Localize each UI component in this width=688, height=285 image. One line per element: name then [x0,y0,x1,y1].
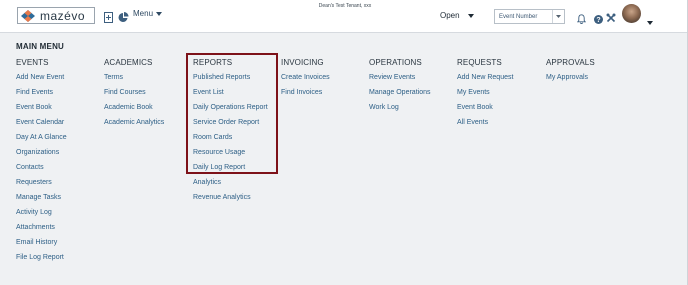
menu-heading-requests: REQUESTS [457,58,502,67]
pie-chart-icon[interactable] [118,10,129,22]
menu-heading-invoicing: INVOICING [281,58,324,67]
menu-item-email-history[interactable]: Email History [16,235,67,250]
menu-item-event-list[interactable]: Event List [193,85,268,100]
menu-column-invoicing: INVOICING Create Invoices Find Invoices [281,57,330,100]
search-type-label: Event Number [499,13,538,20]
menu-item-list: Create Invoices Find Invoices [281,68,330,100]
menu-item-find-courses[interactable]: Find Courses [104,85,164,100]
menu-column-operations: OPERATIONS Review Events Manage Operations… [369,57,430,115]
main-menu-title: MAIN MENU [16,42,65,51]
menu-item-my-approvals[interactable]: My Approvals [546,70,595,85]
menu-item-analytics[interactable]: Analytics [193,175,268,190]
menu-item-service-order-report[interactable]: Service Order Report [193,115,268,130]
logo[interactable]: mazévo [17,7,95,24]
menu-column-reports: REPORTS Published Reports Event List Daily … [193,57,268,205]
svg-text:?: ? [596,17,600,24]
menu-heading-approvals: APPROVALS [546,58,595,67]
menu-item-event-book[interactable]: Event Book [16,100,67,115]
menu-item-academic-analytics[interactable]: Academic Analytics [104,115,164,130]
app-window: mazévo Menu Dean's Test Tenant, xxx Open [0,0,688,285]
add-document-icon[interactable] [104,10,113,23]
menu-item-contacts[interactable]: Contacts [16,160,67,175]
menu-item-list: Add New Request My Events Event Book All Ev… [457,68,513,130]
menu-heading-academics: ACADEMICS [104,58,153,67]
menu-item-revenue-analytics[interactable]: Revenue Analytics [193,190,268,205]
top-bar: mazévo Menu Dean's Test Tenant, xxx Open [0,0,687,33]
menu-item-event-book[interactable]: Event Book [457,100,513,115]
menu-item-list: Terms Find Courses Academic Book Academic A… [104,68,164,130]
menu-item-list: Published Reports Event List Daily Operati… [193,68,268,205]
menu-item-add-new-request[interactable]: Add New Request [457,70,513,85]
menu-column-events: EVENTS Add New Event Find Events Event Book… [16,57,67,265]
status-value: Open [440,11,460,20]
menu-item-file-log-report[interactable]: File Log Report [16,250,67,265]
menu-heading-events: EVENTS [16,58,49,67]
menu-item-add-new-event[interactable]: Add New Event [16,70,67,85]
menu-item-academic-book[interactable]: Academic Book [104,100,164,115]
chevron-down-icon [552,10,564,23]
menu-heading-reports: REPORTS [193,58,233,67]
menu-item-attachments[interactable]: Attachments [16,220,67,235]
menu-item-activity-log[interactable]: Activity Log [16,205,67,220]
menu-item-list: Add New Event Find Events Event Book Event … [16,68,67,265]
menu-item-organizations[interactable]: Organizations [16,145,67,160]
menu-item-all-events[interactable]: All Events [457,115,513,130]
menu-item-manage-operations[interactable]: Manage Operations [369,85,430,100]
menu-item-requesters[interactable]: Requesters [16,175,67,190]
menu-column-academics: ACADEMICS Terms Find Courses Academic Book A… [104,57,164,130]
menu-item-list: My Approvals [546,68,595,85]
logo-mark-icon [18,8,38,23]
menu-item-find-invoices[interactable]: Find Invoices [281,85,330,100]
tenant-name: Dean's Test Tenant, xxx [318,3,372,9]
menu-item-work-log[interactable]: Work Log [369,100,430,115]
menu-item-my-events[interactable]: My Events [457,85,513,100]
menu-item-find-events[interactable]: Find Events [16,85,67,100]
bell-icon[interactable] [576,11,587,25]
chevron-down-icon [467,13,474,18]
menu-item-daily-log-report[interactable]: Daily Log Report [193,160,268,175]
menu-item-day-at-a-glance[interactable]: Day At A Glance [16,130,67,145]
menu-column-requests: REQUESTS Add New Request My Events Event Bo… [457,57,513,130]
menu-item-create-invoices[interactable]: Create Invoices [281,70,330,85]
chevron-down-icon[interactable] [647,12,653,25]
chevron-down-icon [156,11,163,16]
menu-item-terms[interactable]: Terms [104,70,164,85]
help-icon[interactable]: ? [594,11,603,24]
menu-item-daily-operations-report[interactable]: Daily Operations Report [193,100,268,115]
logo-text: mazévo [40,8,86,23]
menu-item-published-reports[interactable]: Published Reports [193,70,268,85]
menu-item-room-cards[interactable]: Room Cards [193,130,268,145]
menu-item-list: Review Events Manage Operations Work Log [369,68,430,115]
menu-heading-operations: OPERATIONS [369,58,422,67]
menu-column-approvals: APPROVALS My Approvals [546,57,595,85]
status-dropdown[interactable]: Open [440,11,474,20]
menu-item-manage-tasks[interactable]: Manage Tasks [16,190,67,205]
tools-icon[interactable] [606,10,616,23]
menu-button[interactable]: Menu [133,9,163,18]
avatar[interactable] [622,4,641,23]
menu-item-event-calendar[interactable]: Event Calendar [16,115,67,130]
menu-label: Menu [133,9,154,18]
menu-item-review-events[interactable]: Review Events [369,70,430,85]
search-type-select[interactable]: Event Number [494,9,565,24]
menu-item-resource-usage[interactable]: Resource Usage [193,145,268,160]
